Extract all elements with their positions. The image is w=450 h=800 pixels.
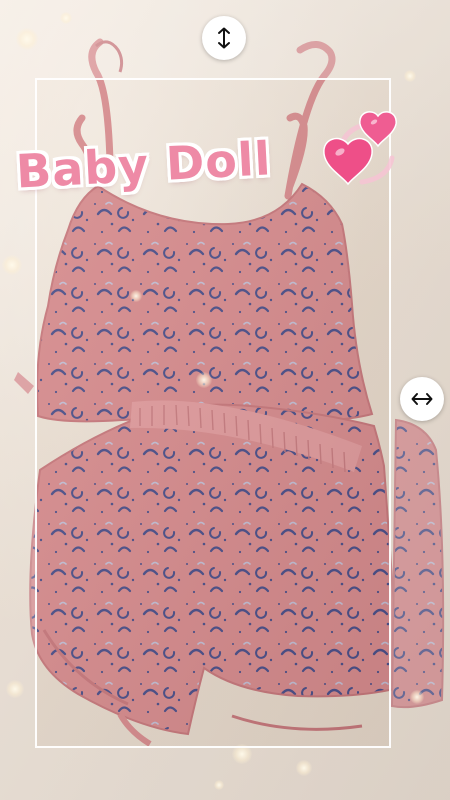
vertical-arrows-icon [218, 27, 230, 49]
horizontal-arrows-icon [411, 393, 433, 405]
vertical-resize-handle[interactable] [202, 16, 246, 60]
horizontal-resize-handle[interactable] [400, 377, 444, 421]
two-hearts-icon[interactable] [322, 108, 406, 192]
photo-canvas[interactable]: Baby Doll [0, 0, 450, 800]
